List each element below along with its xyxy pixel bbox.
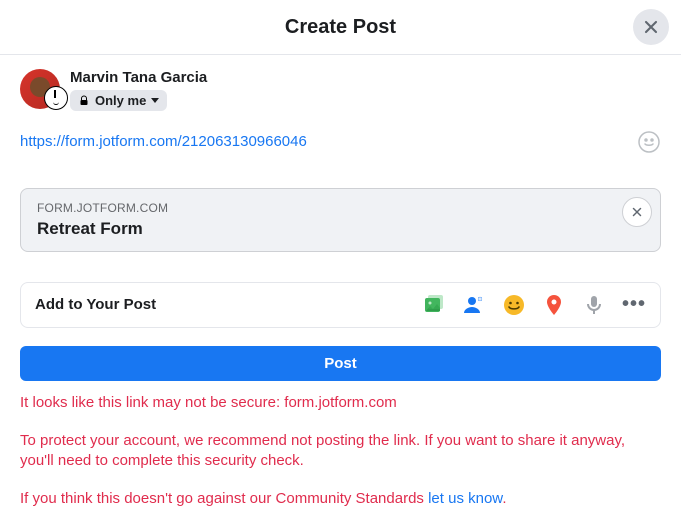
close-icon bbox=[630, 205, 644, 219]
preview-host: FORM.JOTFORM.COM bbox=[37, 201, 644, 215]
remove-preview-button[interactable] bbox=[622, 197, 652, 227]
author-meta: Marvin Tana Garcia Only me bbox=[70, 69, 207, 112]
audience-label: Only me bbox=[95, 93, 146, 108]
modal-title: Create Post bbox=[0, 0, 681, 54]
photo-icon bbox=[422, 293, 446, 317]
add-to-post-row: Add to Your Post ••• bbox=[20, 282, 661, 328]
checkin-button[interactable] bbox=[542, 293, 566, 317]
close-button[interactable] bbox=[633, 9, 669, 45]
add-to-post-label: Add to Your Post bbox=[35, 296, 156, 313]
smiley-icon bbox=[502, 293, 526, 317]
lock-icon bbox=[78, 95, 90, 107]
warning-line-1: It looks like this link may not be secur… bbox=[20, 393, 661, 413]
let-us-know-link[interactable]: let us know bbox=[428, 490, 502, 507]
warning-line-3: If you think this doesn't go against our… bbox=[20, 489, 661, 509]
dots-icon: ••• bbox=[622, 293, 646, 316]
author-name: Marvin Tana Garcia bbox=[70, 69, 207, 86]
smile-icon bbox=[637, 130, 661, 154]
warning-3-suffix: . bbox=[502, 490, 506, 507]
warning-line-2: To protect your account, we recommend no… bbox=[20, 431, 661, 472]
audience-selector[interactable]: Only me bbox=[70, 90, 167, 111]
mic-button[interactable] bbox=[582, 293, 606, 317]
location-pin-icon bbox=[542, 293, 566, 317]
chevron-down-icon bbox=[151, 98, 159, 103]
feeling-button[interactable] bbox=[502, 293, 526, 317]
tag-people-button[interactable] bbox=[462, 293, 486, 317]
link-preview-card: FORM.JOTFORM.COM Retreat Form bbox=[20, 188, 661, 252]
create-post-modal: Create Post Marvin Tana Garcia Only me h… bbox=[0, 0, 681, 526]
author-row: Marvin Tana Garcia Only me bbox=[20, 69, 661, 112]
attach-icons: ••• bbox=[422, 293, 646, 317]
microphone-icon bbox=[582, 293, 606, 317]
more-options-button[interactable]: ••• bbox=[622, 293, 646, 317]
close-icon bbox=[641, 17, 661, 37]
preview-title: Retreat Form bbox=[37, 219, 644, 239]
pointer-cursor-icon bbox=[44, 86, 68, 110]
modal-body: Marvin Tana Garcia Only me https://form.… bbox=[0, 55, 681, 524]
modal-header: Create Post bbox=[0, 0, 681, 55]
warning-3-prefix: If you think this doesn't go against our… bbox=[20, 490, 428, 507]
photo-video-button[interactable] bbox=[422, 293, 446, 317]
composer-text: https://form.jotform.com/212063130966046 bbox=[20, 133, 307, 150]
post-button[interactable]: Post bbox=[20, 346, 661, 381]
composer-area[interactable]: https://form.jotform.com/212063130966046 bbox=[20, 130, 661, 154]
person-icon bbox=[462, 293, 486, 317]
emoji-button[interactable] bbox=[637, 130, 661, 154]
